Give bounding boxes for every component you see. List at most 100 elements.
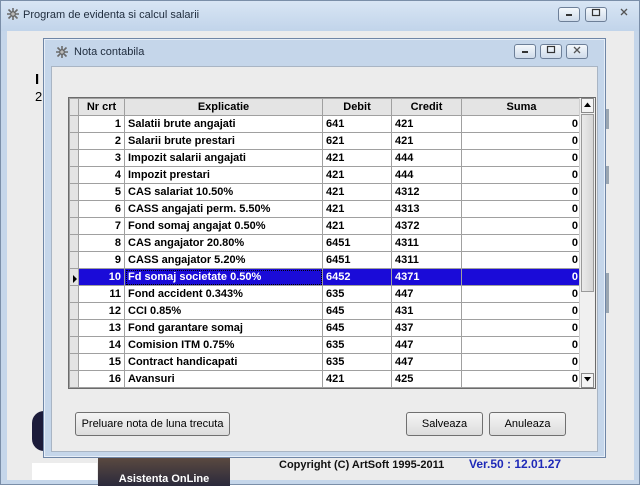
- cell-nr[interactable]: 7: [78, 217, 125, 235]
- table-row[interactable]: 5 CAS salariat 10.50% 421 4312 0: [69, 183, 582, 201]
- row-indicator[interactable]: [69, 268, 79, 286]
- row-indicator[interactable]: [69, 234, 79, 252]
- cell-suma[interactable]: 0: [461, 336, 582, 354]
- cell-credit[interactable]: 431: [391, 302, 462, 320]
- cell-explicatie[interactable]: Fond somaj angajat 0.50%: [124, 217, 323, 235]
- row-indicator[interactable]: [69, 387, 79, 388]
- table-row[interactable]: 11 Fond accident 0.343% 635 447 0: [69, 285, 582, 303]
- cell-debit[interactable]: 635: [322, 336, 392, 354]
- cell-suma[interactable]: 0: [461, 166, 582, 184]
- maximize-button[interactable]: [585, 7, 607, 22]
- cell-explicatie[interactable]: Salatii brute angajati: [124, 115, 323, 133]
- cell-credit[interactable]: 421: [391, 115, 462, 133]
- table-row[interactable]: 6 CASS angajati perm. 5.50% 421 4313 0: [69, 200, 582, 218]
- table-row[interactable]: 1 Salatii brute angajati 641 421 0: [69, 115, 582, 133]
- cell-debit[interactable]: 421: [322, 200, 392, 218]
- cell-suma[interactable]: 0: [461, 268, 582, 286]
- cell-explicatie[interactable]: Impozit salarii angajati: [124, 149, 323, 167]
- cell-credit[interactable]: 427: [391, 387, 462, 388]
- row-indicator[interactable]: [69, 319, 79, 337]
- table-row[interactable]: 13 Fond garantare somaj 645 437 0: [69, 319, 582, 337]
- nota-contabila-grid[interactable]: Nr crt Explicatie Debit Credit Suma 1 Sal…: [68, 97, 596, 389]
- table-row[interactable]: 4 Impozit prestari 421 444 0: [69, 166, 582, 184]
- cell-nr[interactable]: 11: [78, 285, 125, 303]
- column-header-credit[interactable]: Credit: [391, 98, 462, 116]
- cell-explicatie[interactable]: CASS angajator 5.20%: [124, 251, 323, 269]
- cell-debit[interactable]: 645: [322, 302, 392, 320]
- cell-debit[interactable]: 421: [322, 370, 392, 388]
- row-indicator[interactable]: [69, 149, 79, 167]
- cell-nr[interactable]: 9: [78, 251, 125, 269]
- table-row[interactable]: 14 Comision ITM 0.75% 635 447 0: [69, 336, 582, 354]
- column-header-debit[interactable]: Debit: [322, 98, 392, 116]
- cell-suma[interactable]: 0: [461, 217, 582, 235]
- cell-explicatie[interactable]: CAS salariat 10.50%: [124, 183, 323, 201]
- row-indicator[interactable]: [69, 302, 79, 320]
- cancel-button[interactable]: Anuleaza: [489, 412, 566, 436]
- row-indicator[interactable]: [69, 166, 79, 184]
- cell-nr[interactable]: 17: [78, 387, 125, 388]
- cell-debit[interactable]: 421: [322, 217, 392, 235]
- row-indicator[interactable]: [69, 200, 79, 218]
- table-row[interactable]: 7 Fond somaj angajat 0.50% 421 4372 0: [69, 217, 582, 235]
- cell-debit[interactable]: 421: [322, 149, 392, 167]
- main-titlebar[interactable]: Program de evidenta si calcul salarii: [1, 1, 639, 31]
- cell-nr[interactable]: 16: [78, 370, 125, 388]
- cell-explicatie[interactable]: Comision ITM 0.75%: [124, 336, 323, 354]
- cell-credit[interactable]: 447: [391, 285, 462, 303]
- cell-suma[interactable]: 0: [461, 200, 582, 218]
- table-row[interactable]: 2 Salarii brute prestari 621 421 0: [69, 132, 582, 150]
- cell-nr[interactable]: 14: [78, 336, 125, 354]
- cell-debit[interactable]: 6451: [322, 234, 392, 252]
- cell-nr[interactable]: 13: [78, 319, 125, 337]
- cell-nr[interactable]: 6: [78, 200, 125, 218]
- cell-suma[interactable]: 0: [461, 115, 582, 133]
- cell-nr[interactable]: 5: [78, 183, 125, 201]
- cell-credit[interactable]: 4311: [391, 251, 462, 269]
- cell-debit[interactable]: 6451: [322, 251, 392, 269]
- cell-explicatie[interactable]: Impozit prestari: [124, 166, 323, 184]
- column-header-suma[interactable]: Suma: [461, 98, 582, 116]
- cell-nr[interactable]: 1: [78, 115, 125, 133]
- cell-debit[interactable]: 621: [322, 132, 392, 150]
- table-row[interactable]: 17Pensii alimentare4214270: [69, 387, 582, 388]
- cell-nr[interactable]: 8: [78, 234, 125, 252]
- cell-suma[interactable]: 0: [461, 302, 582, 320]
- cell-nr[interactable]: 10: [78, 268, 125, 286]
- cell-debit[interactable]: 421: [322, 387, 392, 388]
- cell-debit[interactable]: 421: [322, 183, 392, 201]
- row-indicator[interactable]: [69, 115, 79, 133]
- cell-debit[interactable]: 6452: [322, 268, 392, 286]
- cell-suma[interactable]: 0: [461, 234, 582, 252]
- cell-suma[interactable]: 0: [461, 387, 582, 388]
- row-indicator[interactable]: [69, 132, 79, 150]
- cell-debit[interactable]: 635: [322, 285, 392, 303]
- row-indicator[interactable]: [69, 251, 79, 269]
- table-row[interactable]: 10 Fd somaj societate 0.50% 6452 4371 0: [69, 268, 582, 286]
- cell-credit[interactable]: 425: [391, 370, 462, 388]
- cell-explicatie[interactable]: Pensii alimentare: [124, 387, 323, 388]
- cell-suma[interactable]: 0: [461, 132, 582, 150]
- cell-nr[interactable]: 4: [78, 166, 125, 184]
- cell-suma[interactable]: 0: [461, 370, 582, 388]
- import-previous-month-button[interactable]: Preluare nota de luna trecuta: [75, 412, 230, 436]
- cell-credit[interactable]: 4311: [391, 234, 462, 252]
- cell-suma[interactable]: 0: [461, 319, 582, 337]
- cell-credit[interactable]: 447: [391, 353, 462, 371]
- cell-explicatie[interactable]: Contract handicapati: [124, 353, 323, 371]
- cell-explicatie[interactable]: CAS angajator 20.80%: [124, 234, 323, 252]
- cell-credit[interactable]: 4372: [391, 217, 462, 235]
- cell-explicatie[interactable]: CASS angajati perm. 5.50%: [124, 200, 323, 218]
- cell-credit[interactable]: 444: [391, 149, 462, 167]
- row-indicator[interactable]: [69, 370, 79, 388]
- cell-suma[interactable]: 0: [461, 183, 582, 201]
- cell-debit[interactable]: 641: [322, 115, 392, 133]
- close-button[interactable]: [613, 7, 635, 22]
- cell-explicatie[interactable]: Fd somaj societate 0.50%: [124, 268, 323, 286]
- cell-nr[interactable]: 12: [78, 302, 125, 320]
- cell-explicatie[interactable]: CCI 0.85%: [124, 302, 323, 320]
- column-header-explicatie[interactable]: Explicatie: [124, 98, 323, 116]
- cell-credit[interactable]: 4313: [391, 200, 462, 218]
- row-indicator[interactable]: [69, 285, 79, 303]
- cell-debit[interactable]: 645: [322, 319, 392, 337]
